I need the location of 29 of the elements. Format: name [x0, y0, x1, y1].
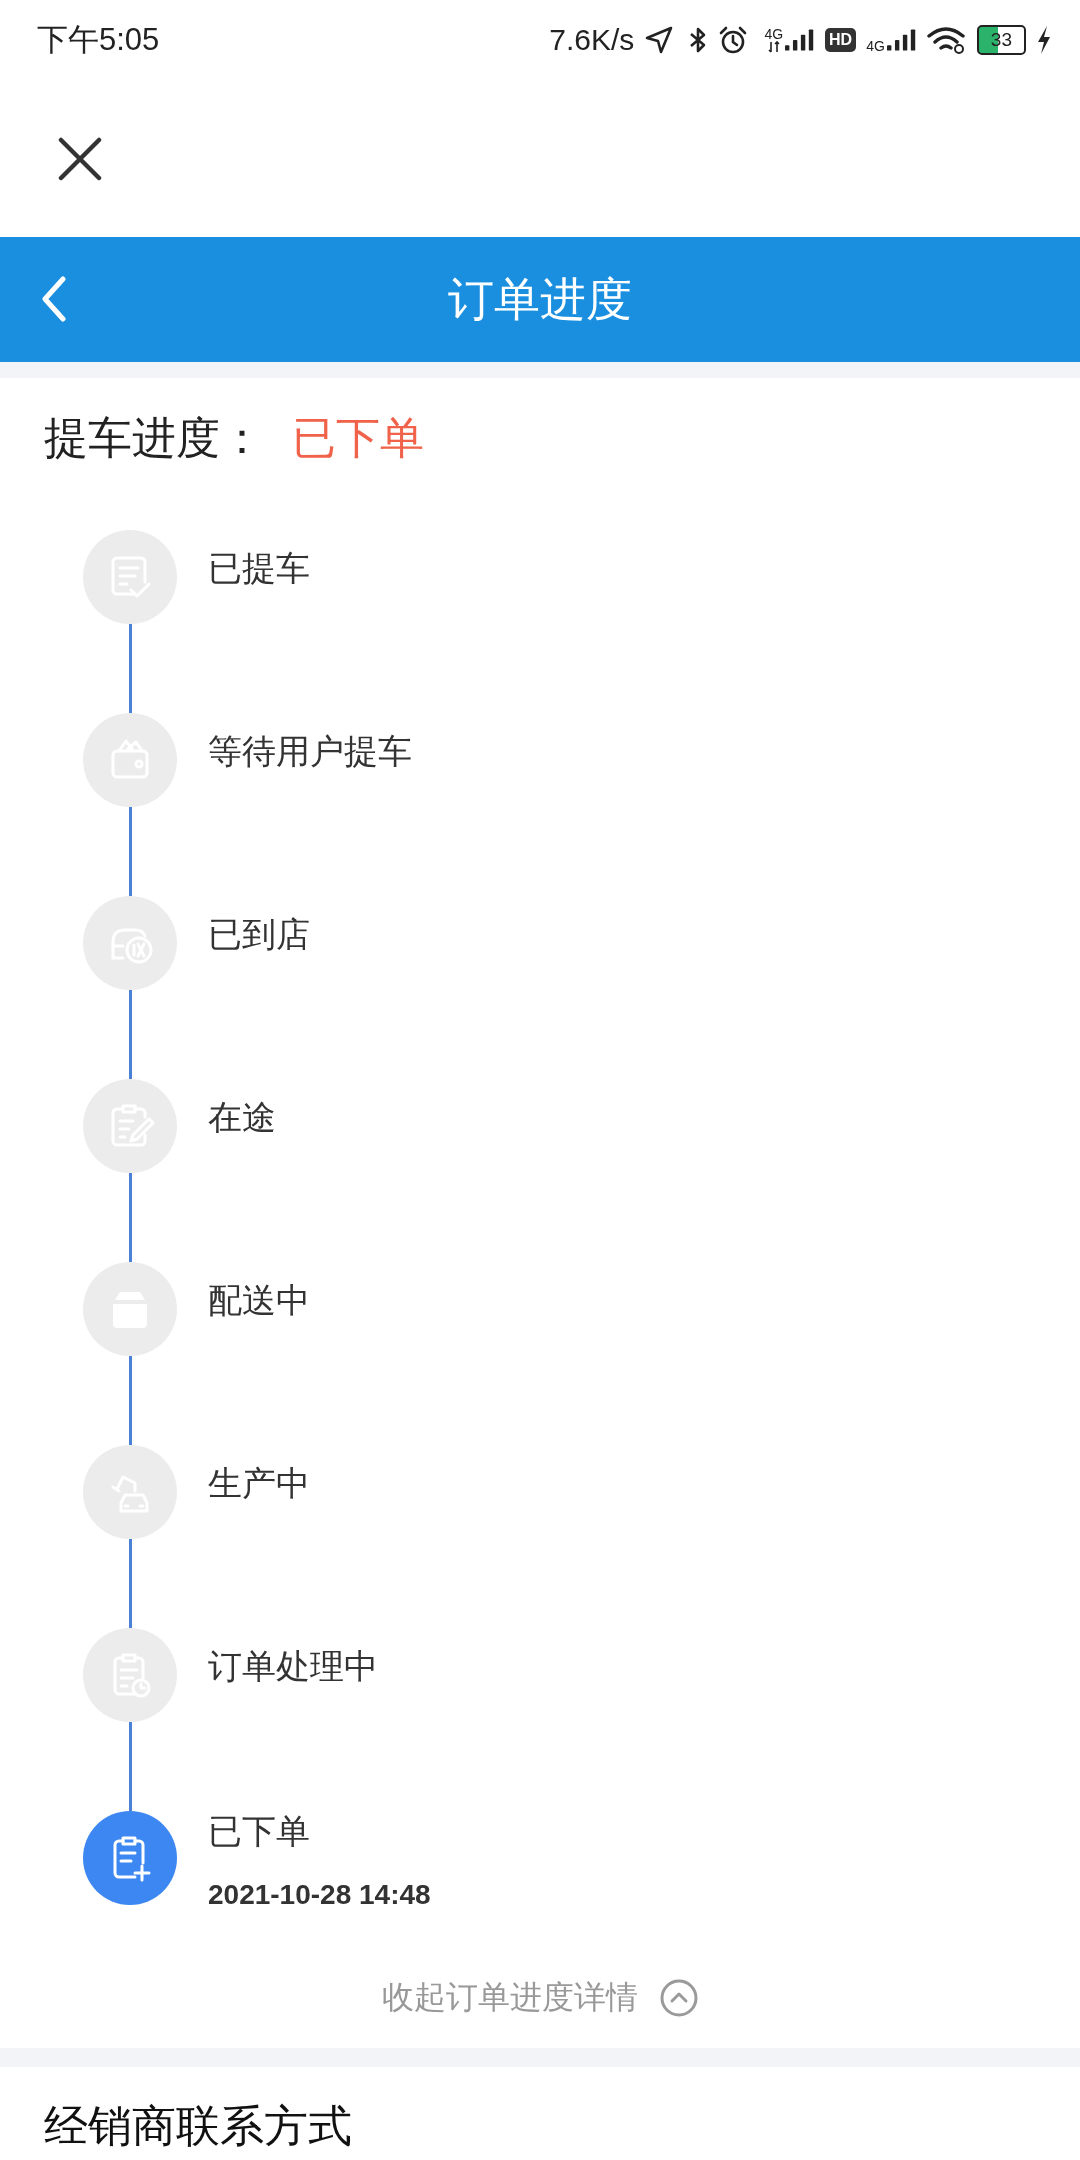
step-label: 已下单 — [208, 1811, 310, 1852]
step-time: 2021-10-28 14:48 — [208, 1878, 431, 1912]
back-icon — [41, 276, 67, 322]
progress-label: 提车进度： — [44, 411, 264, 464]
signal-icon — [886, 27, 917, 53]
location-arrow-icon — [644, 25, 675, 55]
status-time: 下午5:05 — [37, 21, 160, 59]
network-speed: 7.6K/s — [549, 23, 635, 57]
network-type-label: 4G — [866, 39, 885, 53]
network-type-label: 4G — [764, 27, 784, 41]
chevron-up-circle-icon — [660, 1979, 698, 2017]
step-label: 生产中 — [208, 1463, 310, 1504]
hd-badge: HD — [825, 28, 857, 52]
page-title: 订单进度 — [448, 271, 632, 327]
signal-icon — [785, 27, 816, 53]
progress-status: 已下单 — [292, 411, 424, 464]
alarm-clock-icon — [718, 25, 749, 55]
step-label: 订单处理中 — [208, 1646, 378, 1687]
section-title: 经销商联系方式 — [44, 2100, 352, 2152]
charging-icon — [1036, 25, 1052, 55]
step-label: 已提车 — [208, 548, 310, 589]
wifi-icon — [926, 25, 967, 55]
step-label: 在途 — [208, 1097, 276, 1138]
step-label: 已到店 — [208, 914, 310, 955]
step-label: 配送中 — [208, 1280, 310, 1321]
collapse-button[interactable]: 收起订单进度详情 — [376, 1968, 704, 2028]
data-activity-icon — [767, 41, 780, 53]
close-icon — [58, 136, 102, 181]
step-label: 等待用户提车 — [208, 731, 412, 772]
